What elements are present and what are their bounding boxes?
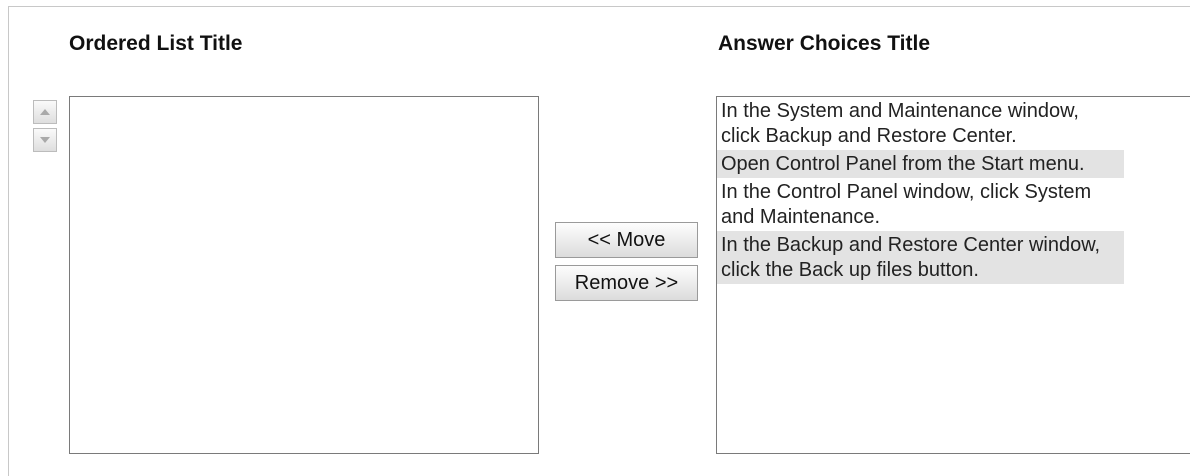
answer-choices-box[interactable]: In the System and Maintenance window, cl… <box>716 96 1190 454</box>
move-up-button[interactable] <box>33 100 57 124</box>
answer-choice[interactable]: In the Backup and Restore Center window,… <box>717 231 1124 284</box>
triangle-up-icon <box>40 109 50 115</box>
answer-choices-title: Answer Choices Title <box>718 32 931 55</box>
ordered-list-title: Ordered List Title <box>69 32 243 55</box>
triangle-down-icon <box>40 137 50 143</box>
move-button[interactable]: << Move <box>555 222 698 258</box>
move-down-button[interactable] <box>33 128 57 152</box>
ordered-list-box[interactable] <box>69 96 539 454</box>
answer-choice[interactable]: In the System and Maintenance window, cl… <box>717 97 1124 150</box>
answer-choice[interactable]: In the Control Panel window, click Syste… <box>717 178 1124 231</box>
answer-choice[interactable]: Open Control Panel from the Start menu. <box>717 150 1124 178</box>
remove-button[interactable]: Remove >> <box>555 265 698 301</box>
